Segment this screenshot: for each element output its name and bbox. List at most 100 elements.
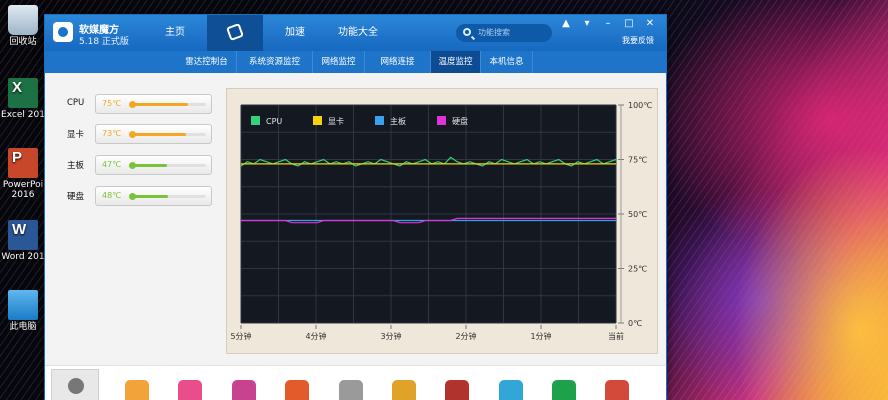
desktop-icon-label: 此电脑 bbox=[9, 322, 37, 332]
sensor-temperature: 48℃ bbox=[102, 191, 122, 200]
minimize-button[interactable]: – bbox=[601, 18, 615, 30]
y-tick-label: 100℃ bbox=[628, 101, 652, 110]
rocket-icon[interactable] bbox=[285, 380, 309, 400]
tab-system-resource-monitor[interactable]: 系统资源监控 bbox=[237, 51, 313, 73]
feedback-link[interactable]: 我要反馈 bbox=[622, 35, 654, 46]
wrench-icon[interactable] bbox=[339, 380, 363, 400]
sensor-label: CPU bbox=[67, 98, 85, 108]
sensor-temperature: 73℃ bbox=[102, 129, 122, 138]
close-icon: ✕ bbox=[645, 18, 655, 29]
x-tick-label: 4分钟 bbox=[305, 331, 326, 341]
desktop-icon-excel[interactable]: X Excel 201 bbox=[0, 78, 46, 120]
y-tick-label: 75℃ bbox=[628, 156, 647, 165]
cleaner-icon[interactable] bbox=[125, 380, 149, 400]
search-input[interactable]: 功能搜索 bbox=[456, 24, 552, 42]
boat-icon[interactable] bbox=[499, 380, 523, 400]
sensor-gauge: 75℃ bbox=[95, 94, 212, 114]
this-pc-icon bbox=[8, 290, 38, 320]
sensor-track bbox=[129, 162, 206, 169]
menu-icon: ▾ bbox=[584, 18, 590, 29]
app-store-icon[interactable] bbox=[178, 380, 202, 400]
disk-icon[interactable] bbox=[605, 380, 629, 400]
nav-home[interactable]: 主页 bbox=[151, 15, 199, 51]
sub-navigation: 雷达控制台 系统资源监控 网络监控 网络连接 温度监控 本机信息 bbox=[45, 51, 666, 73]
app-window: 软媒魔方 5.18 正式版 主页 加速 功能大全 功能搜索 ▲ ▾ – □ ✕ … bbox=[44, 14, 667, 400]
legend-label: CPU bbox=[266, 117, 282, 126]
x-tick-label: 当前 bbox=[608, 331, 624, 341]
winrar-icon[interactable] bbox=[445, 380, 469, 400]
sensor-gauge: 47℃ bbox=[95, 155, 212, 175]
tab-machine-info[interactable]: 本机信息 bbox=[481, 51, 533, 73]
x-tick-label: 1分钟 bbox=[530, 331, 551, 341]
sensor-temperature: 47℃ bbox=[102, 160, 122, 169]
y-tick-label: 50℃ bbox=[628, 210, 647, 219]
temperature-chart-svg: 100℃ 75℃ 50℃ 25℃ 0℃ 5分钟 4分钟 3分钟 2分钟 1分钟 当前 CPU 显卡 主板 硬… bbox=[230, 101, 652, 341]
user-icon bbox=[68, 378, 84, 394]
pen-icon[interactable] bbox=[232, 380, 256, 400]
sensor-label: 显卡 bbox=[67, 130, 85, 140]
sensor-gauge: 48℃ bbox=[95, 186, 212, 206]
sensor-fill bbox=[132, 164, 167, 167]
shirt-icon: ▲ bbox=[562, 18, 570, 29]
title-bar: 软媒魔方 5.18 正式版 主页 加速 功能大全 功能搜索 ▲ ▾ – □ ✕ … bbox=[45, 15, 666, 51]
search-placeholder: 功能搜索 bbox=[478, 28, 510, 37]
desktop-icon-label: PowerPoi 2016 bbox=[2, 180, 44, 200]
legend-swatch bbox=[437, 116, 446, 125]
desktop-icon-recycle-bin[interactable]: 回收站 bbox=[0, 5, 46, 47]
toolbox-icon bbox=[226, 23, 244, 41]
sensor-fill bbox=[132, 103, 188, 106]
legend-label: 硬盘 bbox=[452, 116, 468, 126]
x-tick-label: 5分钟 bbox=[230, 331, 251, 341]
x-tick-label: 2分钟 bbox=[455, 331, 476, 341]
sensor-fill bbox=[132, 195, 168, 198]
dns-icon[interactable] bbox=[552, 380, 576, 400]
desktop-icon-label: Word 201 bbox=[1, 252, 45, 262]
sensor-knob bbox=[129, 101, 136, 108]
legend-label: 显卡 bbox=[328, 116, 344, 126]
tab-radar-console[interactable]: 雷达控制台 bbox=[177, 51, 237, 73]
sensor-track bbox=[129, 101, 206, 108]
shield-icon[interactable] bbox=[392, 380, 416, 400]
skin-button[interactable]: ▲ bbox=[559, 18, 573, 30]
recycle-bin-icon bbox=[8, 5, 38, 35]
sensor-knob bbox=[129, 162, 136, 169]
legend-swatch bbox=[313, 116, 322, 125]
nav-toolbox[interactable] bbox=[207, 15, 263, 51]
sensor-gauge: 73℃ bbox=[95, 124, 212, 144]
sensor-temperature: 75℃ bbox=[102, 99, 122, 108]
sensor-knob bbox=[129, 131, 136, 138]
minimize-icon: – bbox=[605, 18, 611, 29]
sensor-track bbox=[129, 131, 206, 138]
word-icon: W bbox=[8, 220, 38, 250]
app-version: 5.18 正式版 bbox=[79, 37, 129, 47]
tab-network-monitor[interactable]: 网络监控 bbox=[313, 51, 365, 73]
desktop-icon-powerpoint[interactable]: P PowerPoi 2016 bbox=[0, 148, 46, 200]
legend-swatch bbox=[375, 116, 384, 125]
search-icon bbox=[463, 28, 471, 36]
app-logo-icon bbox=[53, 22, 73, 42]
desktop-icons: 回收站 X Excel 201 P PowerPoi 2016 W Word 2… bbox=[0, 0, 46, 400]
sensor-label: 硬盘 bbox=[67, 192, 85, 202]
bottom-toolbar bbox=[45, 365, 666, 400]
restore-icon: □ bbox=[624, 18, 634, 29]
desktop-icon-label: 回收站 bbox=[9, 37, 37, 47]
tab-temperature-monitor[interactable]: 温度监控 bbox=[431, 51, 481, 73]
close-button[interactable]: ✕ bbox=[643, 18, 657, 30]
tab-network-connections[interactable]: 网络连接 bbox=[365, 51, 431, 73]
nav-accelerate[interactable]: 加速 bbox=[271, 15, 319, 51]
y-tick-label: 0℃ bbox=[628, 319, 642, 328]
powerpoint-icon: P bbox=[8, 148, 38, 178]
restore-button[interactable]: □ bbox=[622, 18, 636, 30]
temperature-chart: 100℃ 75℃ 50℃ 25℃ 0℃ 5分钟 4分钟 3分钟 2分钟 1分钟 当前 CPU 显卡 主板 硬… bbox=[226, 88, 658, 354]
menu-button[interactable]: ▾ bbox=[580, 18, 594, 30]
desktop-icon-word[interactable]: W Word 201 bbox=[0, 220, 46, 262]
desktop-icon-this-pc[interactable]: 此电脑 bbox=[0, 290, 46, 332]
legend-swatch bbox=[251, 116, 260, 125]
user-button[interactable] bbox=[51, 369, 99, 400]
sensor-track bbox=[129, 193, 206, 200]
legend-label: 主板 bbox=[390, 116, 406, 126]
nav-all-features[interactable]: 功能大全 bbox=[327, 15, 389, 51]
excel-icon: X bbox=[8, 78, 38, 108]
x-tick-label: 3分钟 bbox=[380, 331, 401, 341]
sensor-fill bbox=[132, 133, 187, 136]
